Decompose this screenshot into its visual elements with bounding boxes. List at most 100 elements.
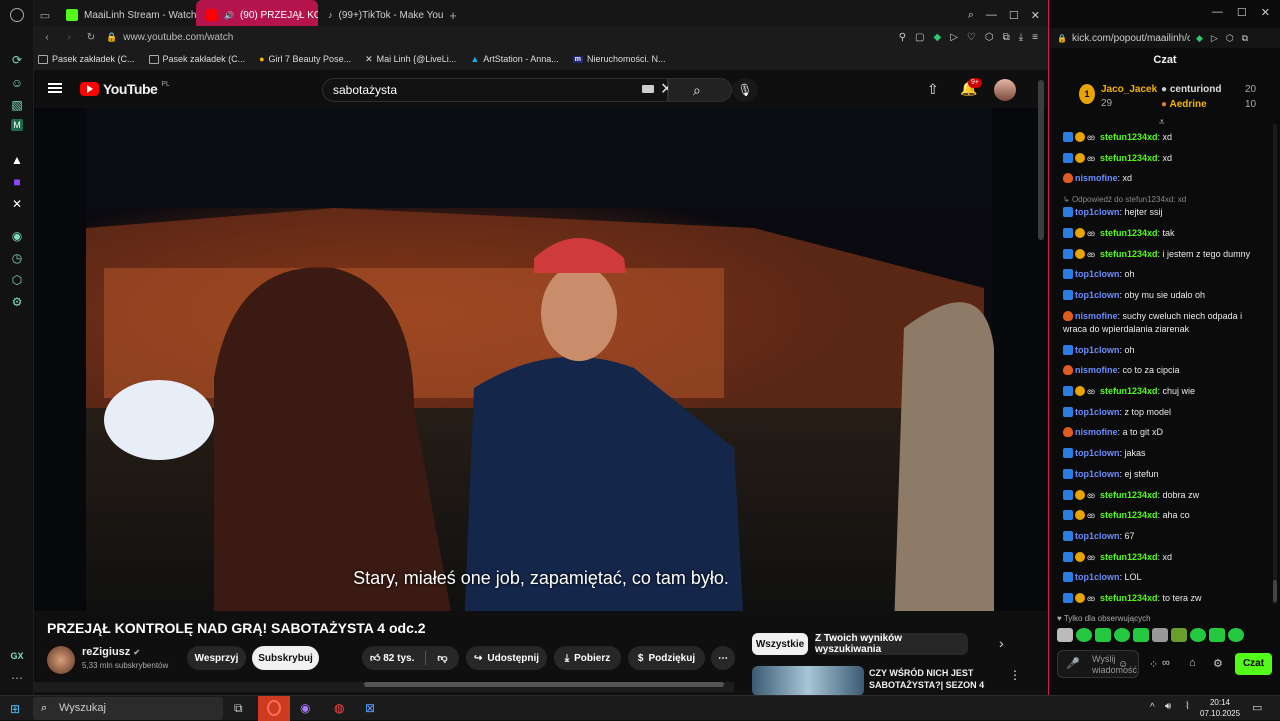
url-field[interactable]: www.youtube.com/watch <box>123 32 233 43</box>
layers-icon[interactable]: ▧ <box>9 97 25 113</box>
emote-icon[interactable] <box>1133 628 1149 642</box>
back-icon[interactable]: ‹ <box>40 32 54 43</box>
cube-icon[interactable]: ⬡ <box>1226 33 1234 44</box>
chat-username[interactable]: nismofine <box>1075 427 1118 437</box>
heart-icon[interactable]: ♡ <box>967 32 976 43</box>
bookmark[interactable]: ● Girl 7 Beauty Pose... <box>259 54 351 64</box>
chat-username[interactable]: top1clown <box>1075 345 1120 355</box>
vertical-scrollbar[interactable] <box>1038 80 1044 240</box>
minimize-icon[interactable]: — <box>986 9 997 22</box>
chat-username[interactable]: top1clown <box>1075 207 1120 217</box>
forward-icon[interactable]: › <box>62 32 76 43</box>
emoji-icon[interactable]: ☺ <box>1118 659 1128 670</box>
thanks-button[interactable]: $ Podziękuj <box>628 646 705 670</box>
chat-username[interactable]: top1clown <box>1075 407 1120 417</box>
emote-icon[interactable] <box>1190 628 1206 642</box>
support-button[interactable]: Wesprzyj <box>187 646 246 670</box>
chat-username[interactable]: top1clown <box>1075 572 1120 582</box>
chat-username[interactable]: stefun1234xd <box>1100 510 1158 520</box>
chat-username[interactable]: stefun1234xd <box>1100 249 1158 259</box>
kick-icon[interactable]: ▲ <box>9 152 25 168</box>
like-button[interactable]: 👍︎ 82 tys. <box>370 652 414 664</box>
search-icon[interactable]: ⌕ <box>968 9 974 22</box>
chat-username[interactable]: nismofine <box>1075 173 1118 183</box>
filter-chip-search[interactable]: Z Twoich wyników wyszukiwania <box>815 633 968 655</box>
emote-icon[interactable] <box>1171 628 1187 642</box>
emote-icon[interactable] <box>1114 628 1130 642</box>
close-icon[interactable]: ✕ <box>1031 9 1040 22</box>
chat-username[interactable]: stefun1234xd <box>1100 228 1158 238</box>
menu-icon[interactable]: ≡ <box>1032 32 1038 43</box>
chat-username[interactable]: stefun1234xd <box>1100 593 1158 603</box>
bookmark-folder[interactable]: Pasek zakładek (C... <box>148 54 245 64</box>
volume-icon[interactable]: 🔊︎ <box>1165 701 1171 712</box>
reload-icon[interactable]: ↻ <box>84 32 98 43</box>
settings-dots-icon[interactable]: ⁘ <box>1149 658 1158 671</box>
emote-icon[interactable] <box>1209 628 1225 642</box>
chat-username[interactable]: stefun1234xd <box>1100 386 1158 396</box>
taskbar-opera-gx[interactable] <box>258 696 290 721</box>
gx-icon[interactable]: GX <box>9 648 25 664</box>
recommendation-menu-icon[interactable]: ⋮ <box>1009 668 1021 682</box>
vpn-icon[interactable]: ◆ <box>1196 33 1203 44</box>
keyboard-icon[interactable] <box>642 85 654 93</box>
x-icon[interactable]: ✕ <box>9 196 25 212</box>
close-icon[interactable]: ✕ <box>1261 6 1270 19</box>
voice-search-icon[interactable]: 🎙 <box>732 78 758 102</box>
clock[interactable]: 20:14 07.10.2025 <box>1200 697 1240 719</box>
horizontal-scrollbar[interactable] <box>34 682 734 692</box>
video-player[interactable]: Stary, miałeś one job, zapamiętać, co ta… <box>34 108 1048 611</box>
send-chat-button[interactable]: Czat <box>1235 653 1272 675</box>
more-actions-icon[interactable]: ⋯ <box>711 646 735 670</box>
emote-icon[interactable] <box>1057 628 1073 642</box>
download-icon[interactable]: ⤓ <box>1019 32 1023 43</box>
emote-icon[interactable] <box>1095 628 1111 642</box>
maximize-icon[interactable]: ☐ <box>1009 9 1019 22</box>
recommendation-thumbnail[interactable] <box>752 666 864 695</box>
bookmark[interactable]: m Nieruchomości. N... <box>572 54 666 64</box>
subscribe-button[interactable]: Subskrybuj <box>252 646 319 670</box>
download-button[interactable]: ⤓ Pobierz <box>554 646 621 670</box>
refresh-icon[interactable]: ⟳ <box>9 52 25 68</box>
network-icon[interactable]: ⌇ <box>1185 701 1190 712</box>
play-icon[interactable]: ◉ <box>9 228 25 244</box>
url-field[interactable]: kick.com/popout/maailinh/c <box>1072 33 1190 44</box>
chat-username[interactable]: nismofine <box>1075 311 1118 321</box>
more-icon[interactable]: ⋯ <box>9 670 25 686</box>
thumbs-down-icon[interactable]: 👎︎ <box>437 652 447 664</box>
history-icon[interactable]: ◷ <box>9 250 25 266</box>
search-button[interactable]: ⌕ <box>668 78 732 102</box>
app-icon[interactable]: ◍ <box>334 701 344 715</box>
settings-icon[interactable]: ⚙ <box>9 294 25 310</box>
chat-username[interactable]: top1clown <box>1075 290 1120 300</box>
channel-name[interactable]: reZigiusz <box>82 646 130 658</box>
leader-name[interactable]: centuriond <box>1170 84 1222 95</box>
chips-next-icon[interactable]: › <box>999 635 1004 651</box>
upload-icon[interactable]: ⇧ <box>927 81 939 98</box>
hamburger-menu-icon[interactable] <box>48 83 62 93</box>
extensions-icon[interactable]: ⧉ <box>1003 32 1010 43</box>
bookmark[interactable]: ▲ ArtStation - Anna... <box>470 54 558 64</box>
chat-username[interactable]: stefun1234xd <box>1100 552 1158 562</box>
store-icon[interactable]: ⌂ <box>1189 657 1196 669</box>
gear-icon[interactable]: ⚙ <box>1213 657 1223 670</box>
terminal-icon[interactable]: ⊠ <box>365 701 375 715</box>
recommendation-title[interactable]: CZY WŚRÓD NICH JEST SABOTAŻYSTA?| SEZON … <box>869 667 999 691</box>
emote-icon[interactable] <box>1228 628 1244 642</box>
chat-username[interactable]: top1clown <box>1075 269 1120 279</box>
cube-icon[interactable]: ⬡ <box>985 32 994 43</box>
chat-username[interactable]: stefun1234xd <box>1100 153 1158 163</box>
play-icon[interactable]: ▷ <box>1211 33 1218 44</box>
share-button[interactable]: ↪ Udostępnij <box>466 646 547 670</box>
task-view-icon[interactable]: ⧉ <box>234 701 243 716</box>
link-icon[interactable]: ∞ <box>1162 657 1170 669</box>
search-input[interactable]: sabotażysta <box>322 78 668 102</box>
chat-username[interactable]: top1clown <box>1075 531 1120 541</box>
leader-name[interactable]: Jaco_Jacek <box>1101 84 1157 95</box>
notification-center-icon[interactable]: ▭ <box>1252 701 1262 714</box>
bookmark-folder[interactable]: Pasek zakładek (C... <box>38 54 135 64</box>
messenger-icon[interactable]: M <box>11 119 23 131</box>
chat-username[interactable]: stefun1234xd <box>1100 132 1158 142</box>
bookmark[interactable]: ✕ Mai Linh {@LiveLi... <box>365 54 456 65</box>
chat-username[interactable]: nismofine <box>1075 365 1118 375</box>
